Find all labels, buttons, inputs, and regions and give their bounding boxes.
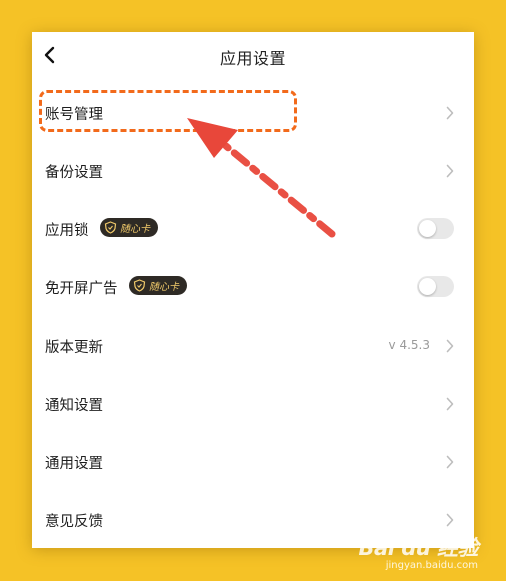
settings-screen: 应用设置 账号管理 备份设置 应用锁 随心卡 免开屏广告 随心卡 版本更新 v … [32,32,474,548]
row-label: 意见反馈 [45,514,103,530]
shield-icon [133,279,146,292]
row-feedback[interactable]: 意见反馈 [32,495,474,545]
badge-label: 随心卡 [120,224,150,235]
row-notification-settings[interactable]: 通知设置 [32,379,474,429]
row-general-settings[interactable]: 通用设置 [32,437,474,487]
app-lock-toggle[interactable] [417,218,454,239]
page-title: 应用设置 [219,49,286,68]
badge-label: 随心卡 [149,282,179,293]
chevron-right-icon [446,339,454,353]
version-value: v 4.5.3 [388,338,430,352]
chevron-right-icon [446,397,454,411]
toggle-knob [419,220,436,237]
row-no-splash-ads: 免开屏广告 随心卡 [32,262,474,312]
row-label: 备份设置 [45,165,103,181]
row-label: 账号管理 [45,107,103,123]
watermark-url: jingyan.baidu.com [385,560,478,571]
row-label: 免开屏广告 [45,281,118,297]
vip-card-badge: 随心卡 [100,218,158,237]
row-label: 版本更新 [45,340,103,356]
chevron-right-icon [446,106,454,120]
chevron-right-icon [446,513,454,527]
row-label: 应用锁 [45,223,89,239]
row-label: 通用设置 [45,456,103,472]
shield-icon [104,221,117,234]
row-label: 通知设置 [45,398,103,414]
row-version-update[interactable]: 版本更新 v 4.5.3 [32,321,474,371]
chevron-right-icon [446,455,454,469]
vip-card-badge: 随心卡 [129,276,187,295]
row-account-management[interactable]: 账号管理 [32,88,474,138]
no-splash-ads-toggle[interactable] [417,276,454,297]
row-backup-settings[interactable]: 备份设置 [32,146,474,196]
header: 应用设置 [32,32,474,78]
row-app-lock: 应用锁 随心卡 [32,204,474,254]
chevron-right-icon [446,164,454,178]
toggle-knob [419,278,436,295]
